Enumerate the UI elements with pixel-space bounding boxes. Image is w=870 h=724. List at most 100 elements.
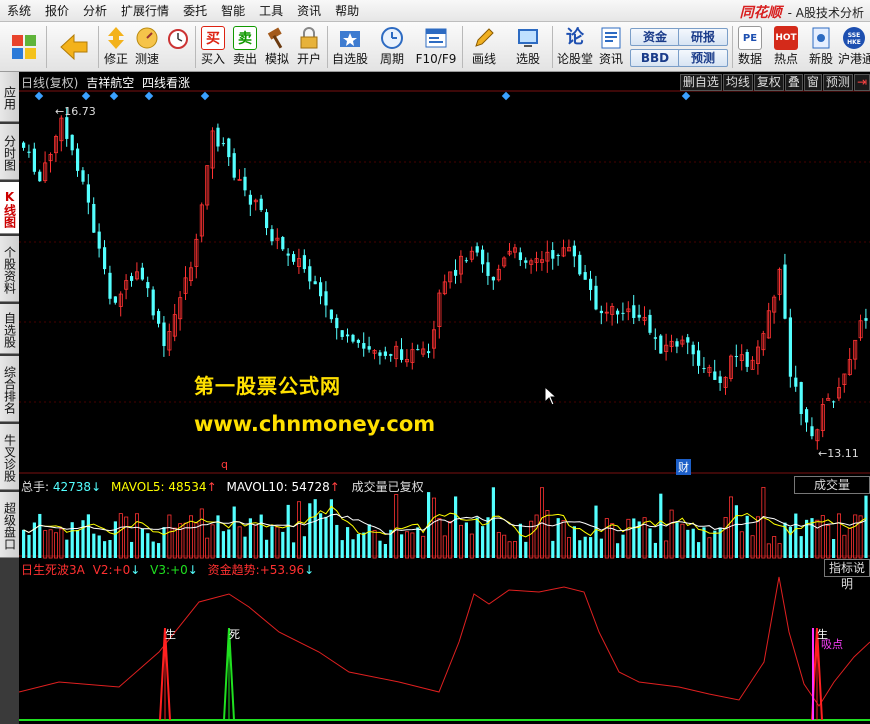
windows-logo-button[interactable] [6, 24, 42, 70]
volume-bar-up [739, 531, 744, 559]
draw-line-button[interactable]: 画线 [465, 24, 503, 70]
volume-bar-down [697, 542, 701, 558]
volume-bar-up [421, 535, 426, 559]
hammer-icon [265, 26, 289, 50]
volume-bar-up [815, 519, 820, 559]
tab-kline[interactable]: K线图 [0, 182, 19, 234]
app-brand: 同花顺 - A股技术分析 [740, 2, 864, 22]
f10-button[interactable]: F10/F9 [414, 24, 458, 70]
ipo-button[interactable]: 新股 [806, 24, 836, 70]
candle-down [486, 262, 490, 276]
volume-bar-down [572, 526, 576, 558]
window-button[interactable]: 窗 [803, 74, 822, 91]
data-button[interactable]: PE 数据 [735, 24, 765, 70]
menu-extended-quote[interactable]: 扩展行情 [114, 0, 176, 22]
period-button[interactable]: 周期 [372, 24, 412, 70]
simulate-button[interactable]: 模拟 [262, 24, 292, 70]
sell-button[interactable]: 卖 卖出 [230, 24, 260, 70]
volume-bar-down [308, 503, 312, 558]
stock-screener-button[interactable]: 选股 [506, 24, 550, 70]
volume-bar-down [734, 505, 738, 558]
menu-trade[interactable]: 委托 [176, 0, 214, 22]
speed-test-button[interactable]: 测速 [132, 24, 162, 70]
volume-bar-up [167, 514, 172, 559]
tab-intraday[interactable]: 分时图 [0, 124, 19, 180]
volume-bar-down [416, 527, 420, 558]
marker-finance[interactable]: 财 [676, 459, 691, 475]
menu-tools[interactable]: 工具 [252, 0, 290, 22]
indicator-help-button[interactable]: 指标说明 [824, 559, 870, 591]
candle-down [362, 343, 366, 349]
candle-down [81, 170, 85, 182]
open-account-button[interactable]: 开户 [294, 24, 324, 70]
hot-label: 热点 [773, 52, 798, 66]
buy-button[interactable]: 买 买入 [198, 24, 228, 70]
back-button[interactable] [54, 24, 94, 70]
volume-bar-up [826, 524, 831, 559]
candle-down [70, 134, 74, 151]
chart-area[interactable]: 日线(复权) 吉祥航空 四线看涨 删自选 均线 复权 叠 窗 预测 ⇥ ←16.… [19, 72, 870, 724]
volume-bar-up [194, 522, 199, 559]
volume-adjusted-note: 成交量已复权 [351, 480, 424, 494]
volume-bar-up [54, 532, 59, 559]
candle-down [27, 151, 31, 153]
candle-down [140, 267, 144, 280]
tab-order-book[interactable]: 超级盘口 [0, 492, 19, 558]
menu-smart[interactable]: 智能 [214, 0, 252, 22]
candle-down [805, 409, 809, 423]
fund-trend-label: 资金趋势: [207, 563, 260, 577]
menu-analysis[interactable]: 分析 [76, 0, 114, 22]
fix-button[interactable]: 修正 [101, 24, 131, 70]
ma-button[interactable]: 均线 [722, 74, 753, 91]
volume-bar-down [691, 528, 695, 558]
volume-bar-down [632, 518, 636, 558]
watchlist-button[interactable]: 自选股 [330, 24, 370, 70]
research-button[interactable]: 研报 [678, 28, 728, 46]
tab-watchlist[interactable]: 自选股 [0, 304, 19, 354]
candle-down [302, 255, 306, 270]
watchlist-label: 自选股 [331, 52, 368, 66]
tab-ranking[interactable]: 综合排名 [0, 356, 19, 422]
hot-button[interactable]: HOT 热点 [770, 24, 802, 70]
sse-hkex-button[interactable]: SSE HKE 沪港通 [838, 24, 870, 70]
adjust-button[interactable]: 复权 [753, 74, 784, 91]
volume-bar-up [567, 537, 572, 559]
candle-down [491, 276, 495, 281]
collapse-panel-button[interactable]: ⇥ [853, 74, 870, 91]
kline-chart-canvas[interactable] [19, 72, 870, 724]
volume-indicator-button[interactable]: 成交量 [794, 476, 870, 494]
candle-down [286, 253, 290, 256]
volume-bar-down [648, 528, 652, 558]
news-button[interactable]: 资讯 [596, 24, 626, 70]
volume-bar-up [761, 486, 766, 559]
marker-q[interactable]: q [221, 458, 228, 471]
forecast-chart-button[interactable]: 预测 [822, 74, 853, 91]
bbd-button[interactable]: BBD [630, 49, 680, 67]
remove-watchlist-button[interactable]: 删自选 [679, 74, 722, 91]
tab-stock-profile[interactable]: 个股资料 [0, 236, 19, 302]
menu-help[interactable]: 帮助 [328, 0, 366, 22]
volume-bar-down [383, 543, 387, 558]
tab-diagnosis[interactable]: 牛叉诊股 [0, 424, 19, 490]
volume-bar-down [113, 521, 117, 558]
stopwatch-icon [166, 26, 190, 50]
candle-down [151, 289, 155, 316]
discussion-button[interactable]: 论 论股堂 [555, 24, 595, 70]
tab-apps[interactable]: 应用 [0, 72, 19, 122]
menu-quote[interactable]: 报价 [38, 0, 76, 22]
clock-button[interactable] [163, 24, 193, 70]
candle-down [783, 264, 787, 319]
candle-down [92, 203, 96, 233]
forecast-button[interactable]: 预测 [678, 49, 728, 67]
volume-info-row: 总手: 42738↓ MAVOL5: 48534↑ MAVOL10: 54728… [21, 480, 424, 494]
volume-bar-down [799, 536, 803, 558]
menu-news[interactable]: 资讯 [290, 0, 328, 22]
menu-system[interactable]: 系统 [0, 0, 38, 22]
volume-bar-up [837, 513, 842, 559]
candle-down [313, 281, 317, 285]
chart-button-bar: 删自选 均线 复权 叠 窗 预测 ⇥ [679, 74, 870, 91]
overlay-button[interactable]: 叠 [784, 74, 803, 91]
candle-down [427, 351, 431, 354]
volume-bar-down [81, 520, 85, 558]
fund-button[interactable]: 资金 [630, 28, 680, 46]
